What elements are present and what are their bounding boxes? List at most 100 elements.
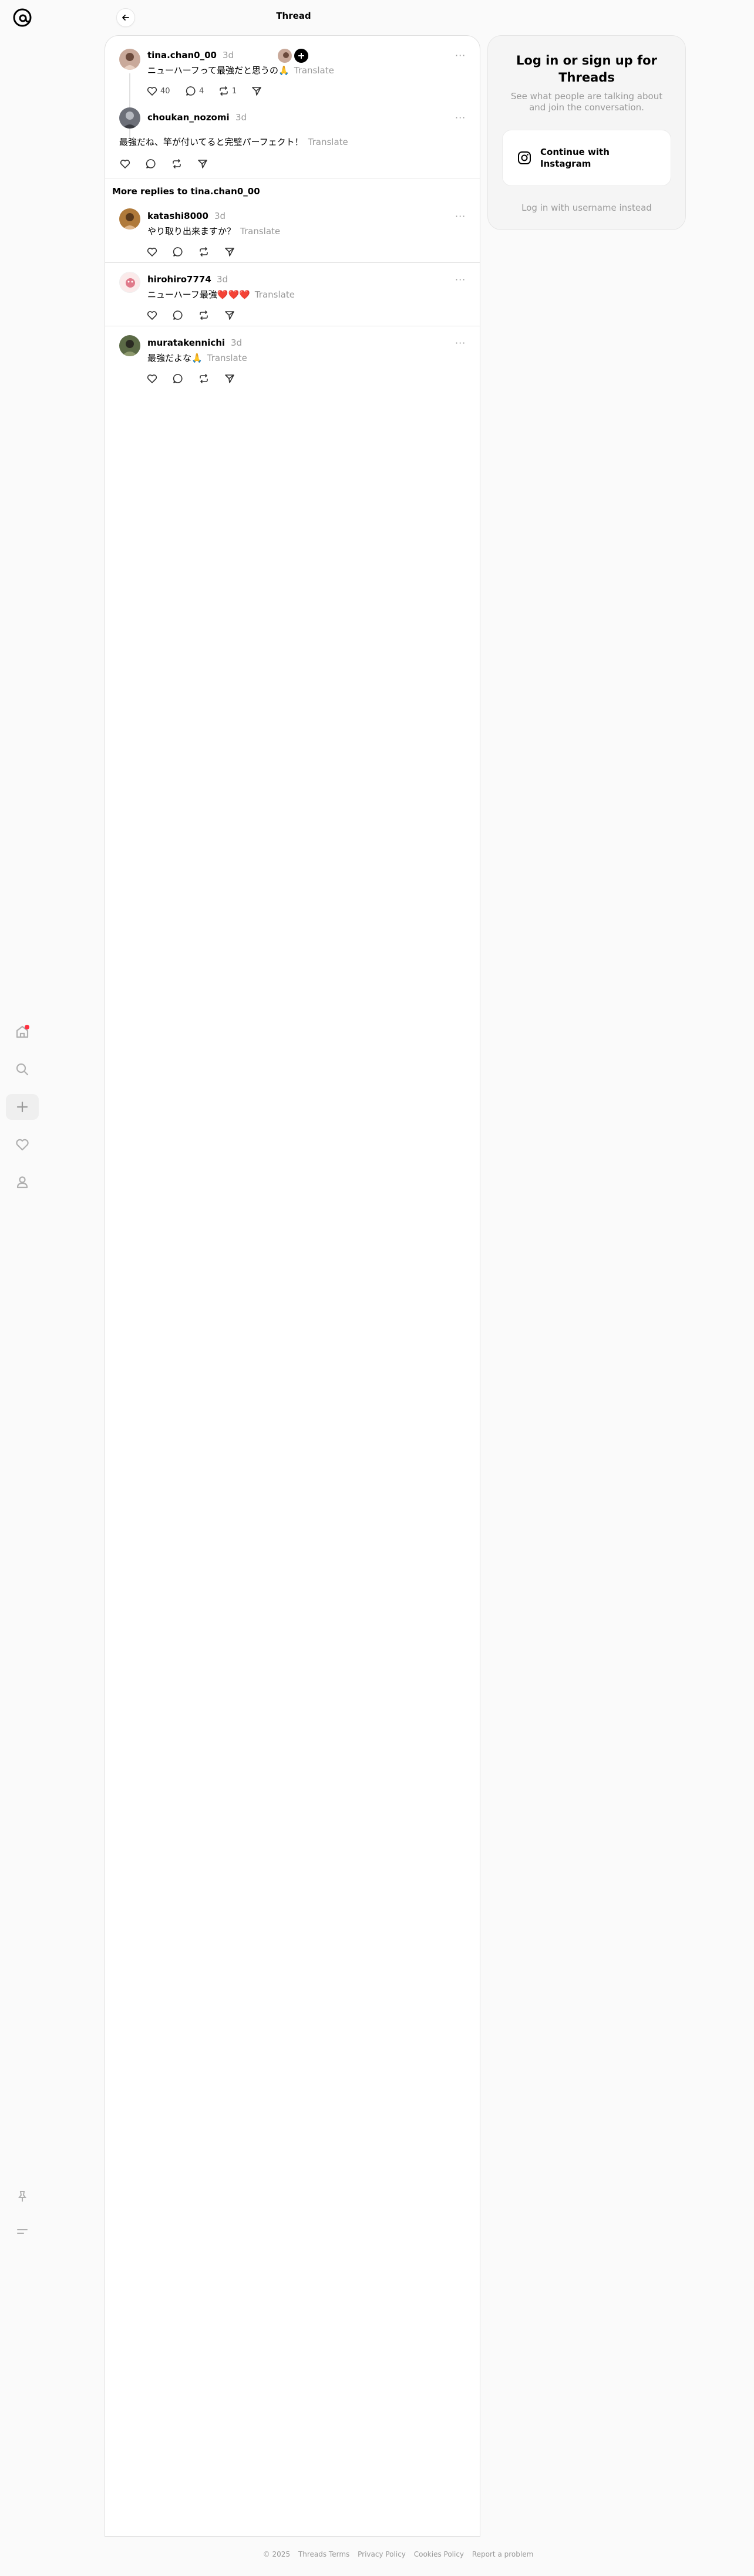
repost-icon [198, 246, 210, 258]
share-button[interactable] [197, 158, 208, 170]
share-button[interactable] [224, 373, 235, 384]
post-time[interactable]: 3d [223, 50, 234, 60]
search-icon [15, 1062, 30, 1077]
notification-dot [25, 1025, 29, 1029]
search-nav-button[interactable] [6, 1056, 39, 1082]
like-button[interactable] [146, 373, 158, 384]
heart-icon [146, 85, 158, 97]
avatar[interactable] [119, 272, 140, 293]
reply-username[interactable]: hirohiro7774 [147, 274, 211, 285]
heart-icon [146, 246, 158, 258]
avatar[interactable] [119, 107, 140, 129]
home-nav-button[interactable] [6, 1019, 39, 1045]
pin-icon [15, 2189, 29, 2203]
more-options-icon[interactable]: ··· [455, 337, 466, 349]
like-button[interactable]: 40 [146, 85, 170, 97]
repost-button[interactable]: 1 [218, 85, 237, 97]
hover-avatar[interactable] [277, 48, 293, 64]
like-button[interactable] [146, 246, 158, 258]
share-button[interactable] [224, 309, 235, 321]
avatar[interactable] [119, 335, 140, 356]
like-button[interactable] [119, 158, 131, 170]
comment-icon [172, 373, 184, 384]
reply-count: 4 [199, 86, 204, 96]
instagram-button-label: Continue with Instagram [540, 147, 610, 169]
footer-privacy-link[interactable]: Privacy Policy [358, 2550, 406, 2558]
avatar[interactable] [119, 49, 140, 70]
translate-link[interactable]: Translate [294, 65, 334, 76]
repost-button[interactable] [198, 246, 210, 258]
divider [105, 262, 480, 263]
reply-button[interactable] [172, 309, 184, 321]
reply-button[interactable] [145, 158, 157, 170]
reply-button[interactable] [172, 373, 184, 384]
more-options-icon[interactable]: ··· [455, 211, 466, 222]
reply-text-content: ニューハーフ最強❤️❤️❤️ [147, 289, 250, 300]
repost-button[interactable] [198, 309, 210, 321]
reply-button[interactable] [172, 246, 184, 258]
footer-report-link[interactable]: Report a problem [472, 2550, 533, 2558]
reply-text-content: 最強だね、竿が付いてると完璧パーフェクト！ [119, 137, 304, 147]
repost-button[interactable] [198, 373, 210, 384]
login-username-link[interactable]: Log in with username instead [488, 202, 685, 213]
repost-count: 1 [232, 86, 237, 96]
heart-icon [146, 309, 158, 321]
plus-icon [298, 52, 305, 59]
repost-icon [198, 309, 210, 321]
translate-link[interactable]: Translate [240, 226, 280, 237]
reply-text: 最強だね、竿が付いてると完璧パーフェクト！ Translate [119, 136, 348, 148]
continue-with-instagram-button[interactable]: Continue with Instagram [502, 130, 671, 186]
avatar[interactable] [119, 208, 140, 229]
like-button[interactable] [146, 309, 158, 321]
footer-terms-link[interactable]: Threads Terms [298, 2550, 349, 2558]
menu-nav-button[interactable] [6, 2219, 39, 2244]
comment-icon [172, 246, 184, 258]
translate-link[interactable]: Translate [207, 353, 247, 363]
pin-nav-button[interactable] [6, 2183, 39, 2209]
reply-text-content: やり取り出来ますか？ [147, 226, 236, 237]
more-options-icon[interactable]: ··· [455, 112, 466, 123]
repost-button[interactable] [171, 158, 183, 170]
follow-button[interactable] [293, 48, 309, 64]
post-text: ニューハーフって最強だと思うの🙏 Translate [147, 64, 334, 76]
repost-icon [218, 85, 230, 97]
activity-nav-button[interactable] [6, 1132, 39, 1157]
thread-connector [129, 73, 130, 139]
reply-text: ニューハーフ最強❤️❤️❤️ Translate [147, 288, 295, 301]
create-nav-button[interactable] [6, 1094, 39, 1120]
heart-icon [146, 373, 158, 384]
more-options-icon[interactable]: ··· [455, 50, 466, 61]
reply-time[interactable]: 3d [235, 112, 247, 123]
send-icon [197, 158, 208, 170]
reply-time[interactable]: 3d [214, 211, 225, 221]
person-icon [15, 1174, 30, 1190]
menu-icon [15, 2224, 29, 2239]
reply-username[interactable]: choukan_nozomi [147, 112, 230, 123]
comment-icon [145, 158, 157, 170]
reply-button[interactable]: 4 [185, 85, 204, 97]
post-text-content: ニューハーフって最強だと思うの🙏 [147, 65, 290, 76]
repost-icon [198, 373, 210, 384]
reply-text: やり取り出来ますか？ Translate [147, 225, 280, 237]
translate-link[interactable]: Translate [255, 289, 295, 300]
translate-link[interactable]: Translate [308, 137, 348, 147]
comment-icon [172, 309, 184, 321]
footer-cookies-link[interactable]: Cookies Policy [414, 2550, 464, 2558]
page-title: Thread [276, 11, 311, 21]
share-button[interactable] [224, 246, 235, 258]
more-options-icon[interactable]: ··· [455, 274, 466, 285]
heart-icon [119, 158, 131, 170]
profile-nav-button[interactable] [6, 1169, 39, 1195]
login-subtitle: See what people are talking about and jo… [510, 91, 663, 113]
login-card: Log in or sign up for Threads See what p… [487, 35, 686, 230]
post-username[interactable]: tina.chan0_00 [147, 50, 217, 60]
reply-time[interactable]: 3d [217, 274, 228, 285]
reply-username[interactable]: muratakennichi [147, 337, 225, 348]
footer-copyright: © 2025 [262, 2550, 291, 2558]
reply-username[interactable]: katashi8000 [147, 211, 208, 221]
share-button[interactable] [251, 85, 262, 97]
send-icon [224, 246, 235, 258]
reply-time[interactable]: 3d [231, 337, 242, 348]
like-count: 40 [160, 86, 170, 96]
send-icon [224, 373, 235, 384]
